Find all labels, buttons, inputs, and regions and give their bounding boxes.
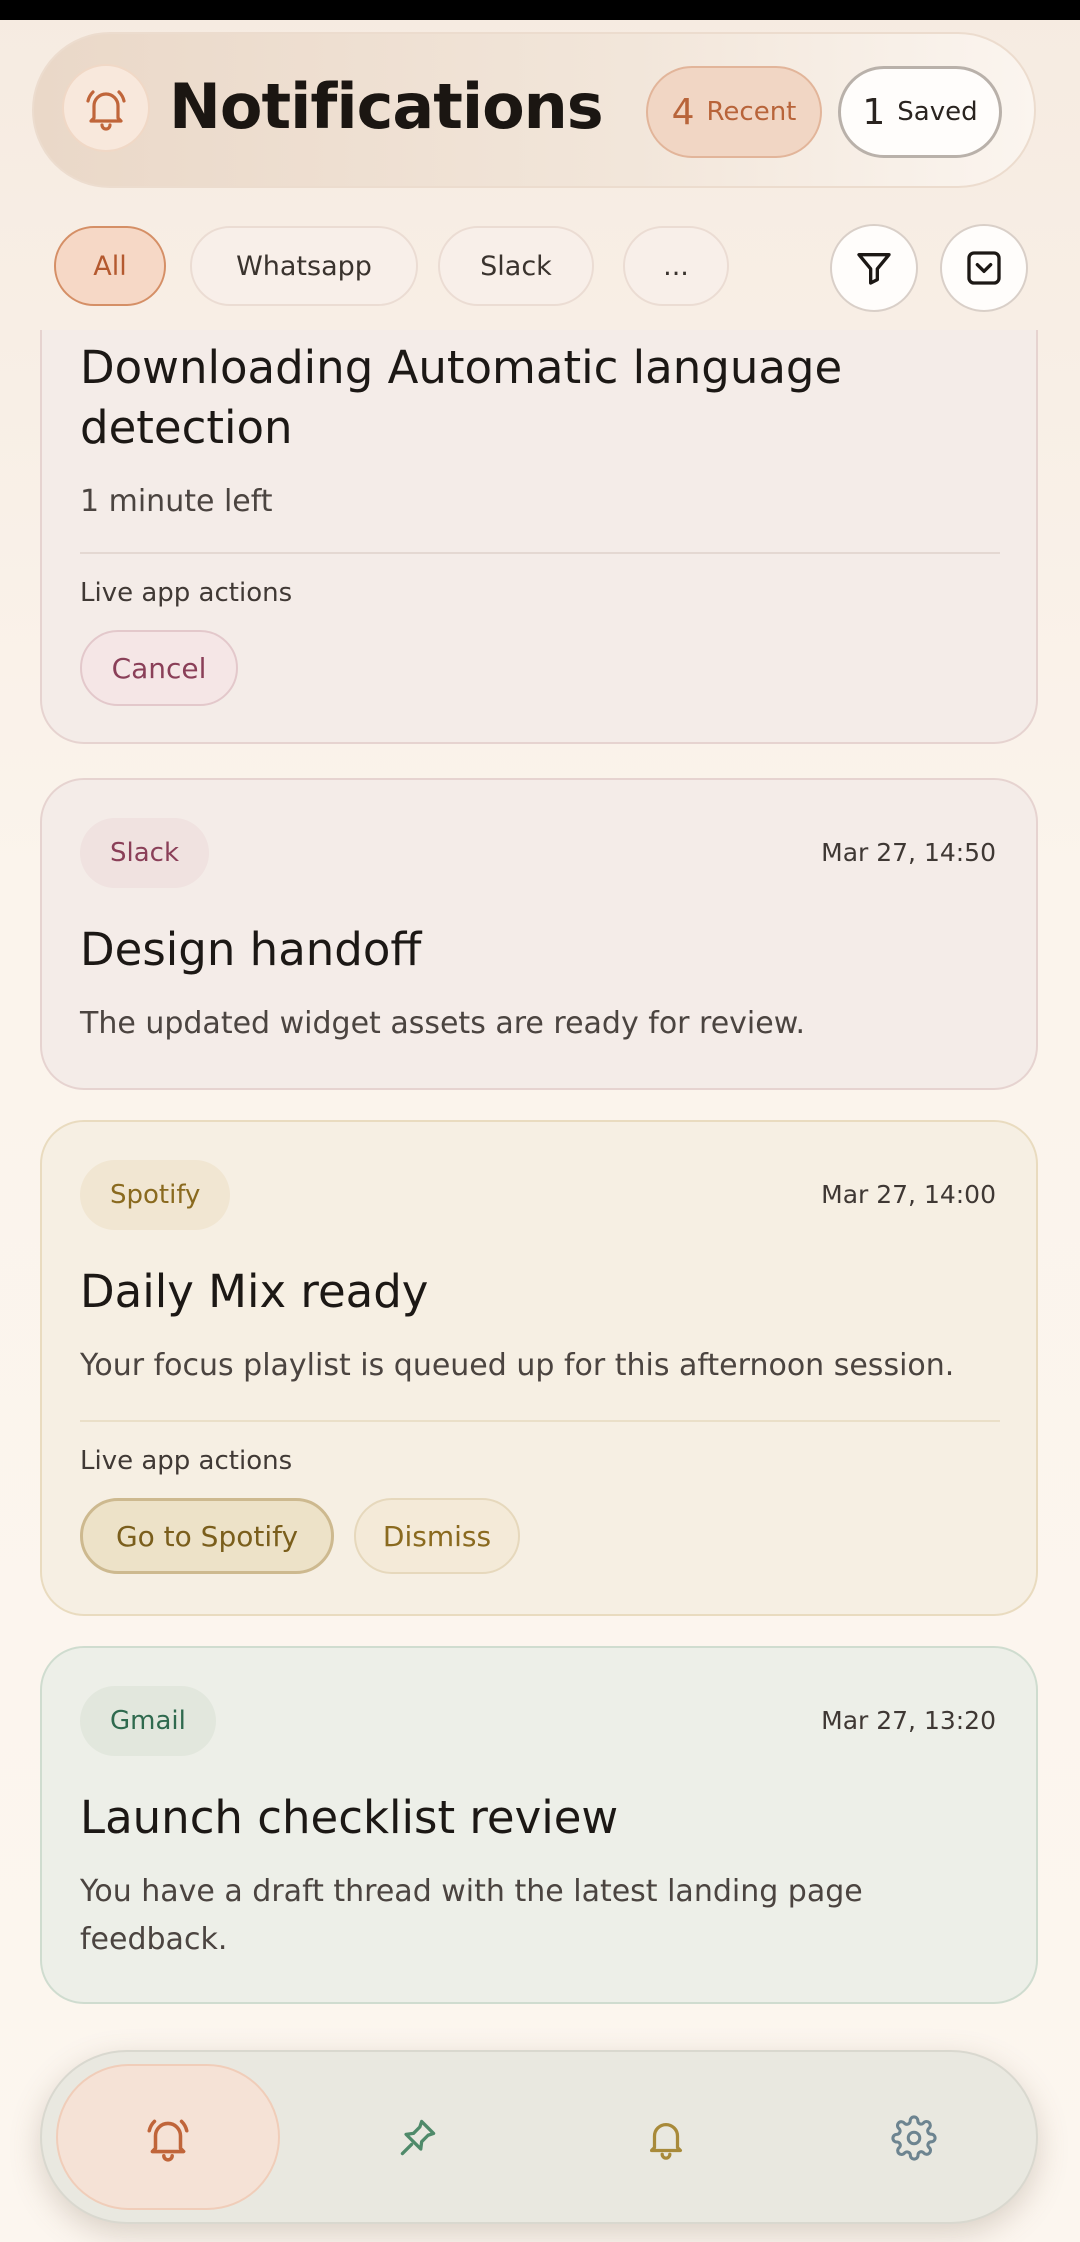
actions-label: Live app actions xyxy=(80,1446,293,1476)
bell-ringing-icon xyxy=(147,2119,189,2162)
notification-card-slack[interactable]: Slack Mar 27, 14:50 Design handoff The u… xyxy=(40,778,1038,1090)
filter-chip-more[interactable]: ... xyxy=(623,226,729,306)
collapse-button[interactable] xyxy=(940,224,1028,312)
status-bar xyxy=(0,0,1080,20)
source-tag-spotify: Spotify xyxy=(80,1160,231,1230)
card-body: The updated widget assets are ready for … xyxy=(80,1006,806,1041)
card-title: Daily Mix ready xyxy=(80,1265,429,1318)
notification-card-download: Downloading Automatic language detection… xyxy=(40,330,1038,744)
filter-chip-whatsapp[interactable]: Whatsapp xyxy=(190,226,418,306)
bell-ringing-icon xyxy=(86,90,126,131)
pin-icon xyxy=(400,2119,436,2156)
nav-item-settings[interactable] xyxy=(878,2102,950,2174)
recent-label: Recent xyxy=(706,97,797,127)
source-tag-slack: Slack xyxy=(80,818,210,888)
chevron-down-square-icon xyxy=(967,251,1001,285)
dismiss-button[interactable]: Dismiss xyxy=(354,1498,520,1574)
bell-icon xyxy=(649,2123,683,2160)
divider xyxy=(80,552,1000,554)
notification-card-gmail[interactable]: Gmail Mar 27, 13:20 Launch checklist rev… xyxy=(40,1646,1038,2004)
go-to-spotify-button[interactable]: Go to Spotify xyxy=(80,1498,334,1574)
nav-item-recent[interactable] xyxy=(132,2102,204,2174)
source-tag-gmail: Gmail xyxy=(80,1686,216,1756)
divider xyxy=(80,1420,1000,1422)
notification-list[interactable]: Downloading Automatic language detection… xyxy=(0,330,1080,2050)
card-body: You have a draft thread with the latest … xyxy=(80,1874,863,1957)
saved-label: Saved xyxy=(897,97,978,127)
nav-item-pinned[interactable] xyxy=(382,2102,454,2174)
saved-count: 1 xyxy=(862,91,886,133)
filter-chip-slack[interactable]: Slack xyxy=(438,226,594,306)
nav-item-alerts[interactable] xyxy=(630,2102,702,2174)
notification-card-spotify[interactable]: Spotify Mar 27, 14:00 Daily Mix ready Yo… xyxy=(40,1120,1038,1616)
cancel-button[interactable]: Cancel xyxy=(80,630,238,706)
timestamp: Mar 27, 14:50 xyxy=(821,838,996,867)
filter-icon xyxy=(857,253,891,285)
filter-chip-all[interactable]: All xyxy=(54,226,166,306)
gear-icon xyxy=(891,2115,937,2161)
header-bell xyxy=(62,64,150,152)
page-title: Notifications xyxy=(169,70,604,143)
card-title: Downloading Automatic language detection xyxy=(80,341,843,454)
card-body: 1 minute left xyxy=(80,484,273,519)
timestamp: Mar 27, 14:00 xyxy=(821,1180,996,1209)
card-title: Launch checklist review xyxy=(80,1791,619,1844)
timestamp: Mar 27, 13:20 xyxy=(821,1706,996,1735)
saved-pill[interactable]: 1 Saved xyxy=(838,66,1002,158)
recent-count: 4 xyxy=(671,91,695,133)
bottom-nav xyxy=(40,2050,1038,2224)
actions-label: Live app actions xyxy=(80,578,293,608)
header: Notifications 4 Recent 1 Saved xyxy=(32,32,1036,188)
card-body: Your focus playlist is queued up for thi… xyxy=(80,1348,955,1383)
filter-button[interactable] xyxy=(830,224,918,312)
recent-pill[interactable]: 4 Recent xyxy=(646,66,822,158)
card-title: Design handoff xyxy=(80,923,422,976)
